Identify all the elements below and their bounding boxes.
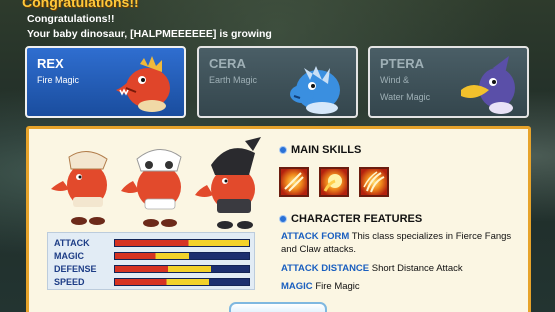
fire-claw-icon[interactable] xyxy=(359,167,389,197)
class-name-ptera: PTERA xyxy=(380,56,425,71)
stat-bar-speed xyxy=(114,278,250,286)
dinosaur-growth-stages xyxy=(51,137,261,229)
main-skills-heading: MAIN SKILLS xyxy=(279,144,361,156)
bullet-icon xyxy=(279,215,287,223)
feature-value: Fire Magic xyxy=(315,281,360,292)
feature-key: ATTACK FORM xyxy=(281,231,350,242)
dialog-title: Congratulations!! xyxy=(22,0,139,10)
feature-attack-form: ATTACK FORM This class specializes in Fi… xyxy=(281,230,521,256)
feature-key: MAGIC xyxy=(281,281,313,292)
skill-list xyxy=(279,167,389,197)
class-element-ptera: Wind & Water Magic xyxy=(380,72,430,106)
stat-label-defense: DEFENSE xyxy=(54,264,97,274)
congrats-message: Congratulations!! xyxy=(27,13,115,25)
feature-key: ATTACK DISTANCE xyxy=(281,263,370,274)
growth-message: Your baby dinosaur, [HALPMEEEEEE] is gro… xyxy=(27,28,272,40)
class-card-ptera[interactable]: PTERA Wind & Water Magic xyxy=(368,46,529,118)
stat-bar-attack xyxy=(114,239,250,247)
class-element-rex: Fire Magic xyxy=(37,75,80,85)
fireball-icon[interactable] xyxy=(319,167,349,197)
class-card-rex[interactable]: REX Fire Magic xyxy=(25,46,186,118)
stat-bar-defense xyxy=(114,265,250,273)
bullet-icon xyxy=(279,146,287,154)
feature-attack-distance: ATTACK DISTANCE Short Distance Attack xyxy=(281,262,521,275)
feature-magic: MAGIC Fire Magic xyxy=(281,280,521,293)
stat-fill-speed xyxy=(115,279,209,285)
class-name-cera: CERA xyxy=(209,56,246,71)
confirm-button[interactable] xyxy=(229,302,327,312)
class-name-rex: REX xyxy=(37,56,64,71)
stat-bar-magic xyxy=(114,252,250,260)
class-element-ptera-line1: Wind & xyxy=(380,75,410,85)
claw-slash-icon[interactable] xyxy=(279,167,309,197)
class-card-cera[interactable]: CERA Earth Magic xyxy=(197,46,358,118)
dino-stage-3-icon xyxy=(195,137,261,229)
stat-row-attack: ATTACK xyxy=(54,238,250,250)
character-features-title: CHARACTER FEATURES xyxy=(291,213,423,225)
dino-stage-1-icon xyxy=(51,151,108,225)
stat-row-defense: DEFENSE xyxy=(54,264,250,276)
character-features-heading: CHARACTER FEATURES xyxy=(279,213,422,225)
stats-box: ATTACK MAGIC DEFENSE SPEED xyxy=(47,232,255,290)
feature-value: Short Distance Attack xyxy=(371,263,463,274)
rex-portrait-icon xyxy=(116,56,170,112)
dino-stage-2-icon xyxy=(121,149,182,227)
class-element-cera: Earth Magic xyxy=(209,75,258,85)
stat-fill-attack xyxy=(115,240,249,246)
class-element-ptera-line2: Water Magic xyxy=(380,92,431,102)
stat-fill-magic xyxy=(115,253,189,259)
stat-label-attack: ATTACK xyxy=(54,238,90,248)
ptera-portrait-icon xyxy=(461,56,515,114)
stat-label-speed: SPEED xyxy=(54,277,85,287)
stat-label-magic: MAGIC xyxy=(54,251,84,261)
stat-row-magic: MAGIC xyxy=(54,251,250,263)
cera-portrait-icon xyxy=(290,66,340,114)
stat-row-speed: SPEED xyxy=(54,277,250,289)
main-skills-title: MAIN SKILLS xyxy=(291,144,362,156)
stat-fill-defense xyxy=(115,266,212,272)
class-details-panel: ATTACK MAGIC DEFENSE SPEED MAIN SKILLS C… xyxy=(26,126,531,312)
